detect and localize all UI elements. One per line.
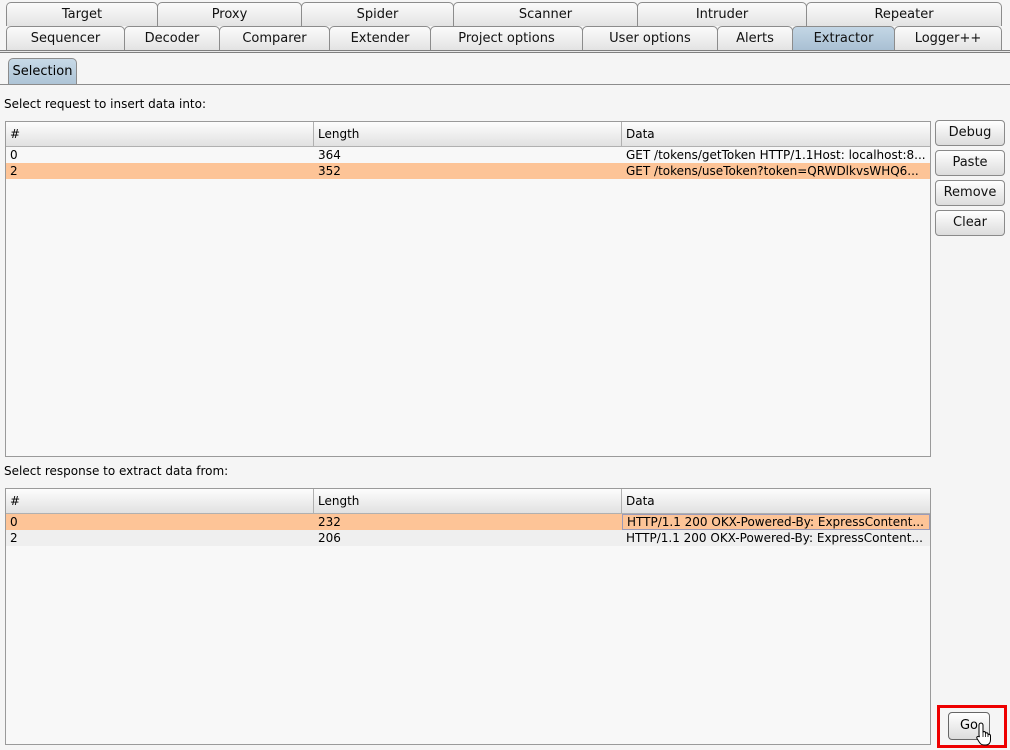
debug-button[interactable]: Debug [935,120,1005,146]
row-data: HTTP/1.1 200 OKX-Powered-By: ExpressCont… [626,531,923,545]
row-length: 206 [318,531,341,545]
row-length: 232 [318,515,341,529]
request-table: # Length Data 0 364 GET /tokens/getToken… [5,121,931,457]
remove-button[interactable]: Remove [935,180,1005,206]
tab-proxy[interactable]: Proxy [157,2,302,26]
tab-logger-plus-plus[interactable]: Logger++ [894,26,1002,50]
tab-decoder[interactable]: Decoder [124,26,220,50]
clear-button[interactable]: Clear [935,210,1005,236]
column-header-length[interactable]: Length [314,122,622,146]
tab-spider[interactable]: Spider [301,2,454,26]
response-table-header: # Length Data [6,489,930,514]
table-row[interactable]: 2 206 HTTP/1.1 200 OKX-Powered-By: Expre… [6,530,930,546]
request-table-header: # Length Data [6,122,930,147]
response-section-label: Select response to extract data from: [4,464,229,478]
tab-extractor[interactable]: Extractor [792,26,895,50]
response-table: # Length Data 0 232 HTTP/1.1 200 OKX-Pow… [5,488,931,745]
column-header-data[interactable]: Data [622,122,930,146]
row-length: 352 [318,164,341,178]
paste-button[interactable]: Paste [935,150,1005,176]
column-header-number[interactable]: # [6,122,314,146]
row-data: GET /tokens/useToken?token=QRWDlkvsWHQ6.… [626,164,919,178]
tab-repeater[interactable]: Repeater [806,2,1002,26]
row-number: 0 [10,515,18,529]
table-row[interactable]: 2 352 GET /tokens/useToken?token=QRWDlkv… [6,163,930,179]
row-number: 0 [10,148,18,162]
hand-cursor-icon [976,722,991,746]
tab-sequencer[interactable]: Sequencer [6,26,125,50]
tab-project-options[interactable]: Project options [430,26,583,50]
row-number: 2 [10,164,18,178]
column-header-length[interactable]: Length [314,489,622,513]
tab-user-options[interactable]: User options [582,26,718,50]
row-data: GET /tokens/getToken HTTP/1.1Host: local… [626,148,926,162]
table-row[interactable]: 0 232 HTTP/1.1 200 OKX-Powered-By: Expre… [6,514,930,530]
tab-alerts[interactable]: Alerts [717,26,793,50]
table-row[interactable]: 0 364 GET /tokens/getToken HTTP/1.1Host:… [6,147,930,163]
tab-comparer[interactable]: Comparer [219,26,330,50]
main-tabs-row-1: Target Proxy Spider Scanner Intruder Rep… [0,2,1010,26]
tab-scanner[interactable]: Scanner [453,2,638,26]
tab-target[interactable]: Target [6,2,158,26]
tab-extender[interactable]: Extender [329,26,431,50]
tab-intruder[interactable]: Intruder [637,2,807,26]
tab-selection[interactable]: Selection [8,58,77,84]
column-header-number[interactable]: # [6,489,314,513]
subtab-divider [0,84,1010,85]
request-section-label: Select request to insert data into: [4,97,207,111]
row-number: 2 [10,531,18,545]
tabs-divider [0,50,1010,53]
main-tabs-row-2: Sequencer Decoder Comparer Extender Proj… [0,26,1010,50]
row-data: HTTP/1.1 200 OKX-Powered-By: ExpressCont… [622,514,930,530]
column-header-data[interactable]: Data [622,489,930,513]
row-length: 364 [318,148,341,162]
